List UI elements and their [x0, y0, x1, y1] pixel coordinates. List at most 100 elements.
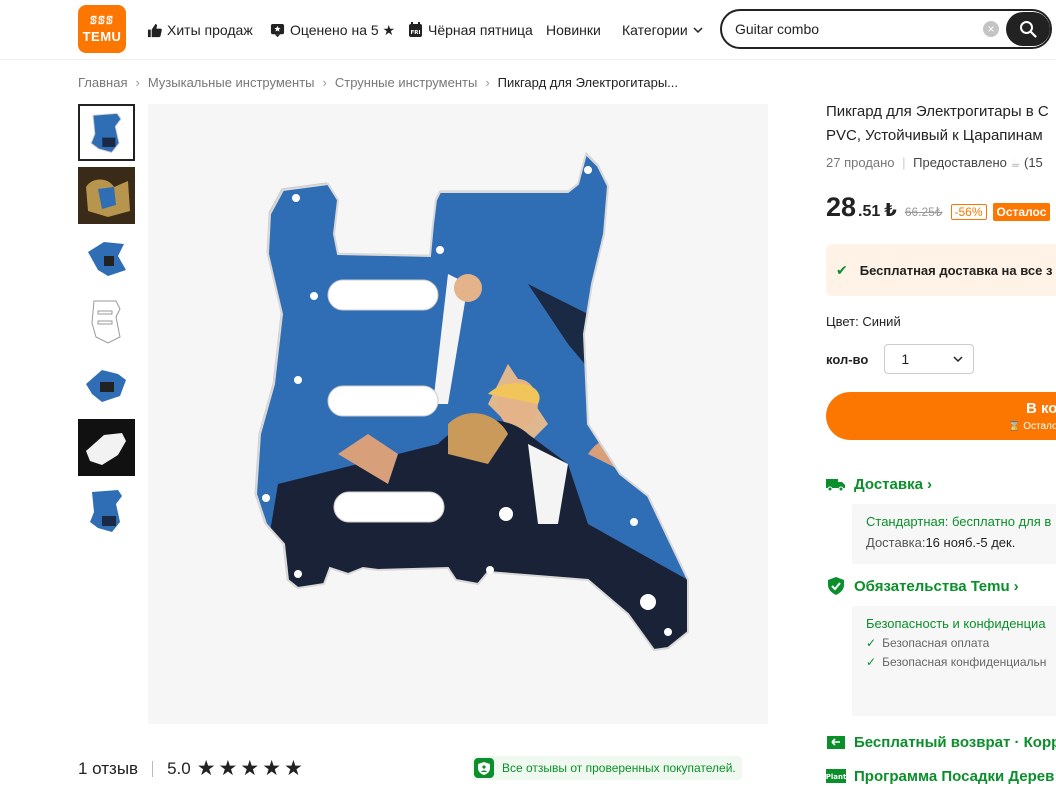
nav-new-arrivals[interactable]: Новинки	[546, 0, 601, 60]
breadcrumb-current: Пикгард для Электрогитары...	[497, 75, 679, 90]
old-price: 66.25₺	[904, 205, 943, 219]
temu-logo[interactable]: ꕷꕷꕷ TEMU	[78, 5, 126, 53]
svg-text:FRI: FRI	[410, 30, 420, 36]
eta-value: 16 нояб.-5 дек.	[925, 535, 1016, 550]
commitment-item-label: Безопасная конфиденциальн	[882, 655, 1047, 669]
chevron-down-icon	[953, 355, 963, 362]
chevron-right-icon: ›	[926, 475, 932, 493]
check-icon: ✓	[866, 655, 877, 669]
truck-icon	[826, 474, 846, 494]
plant-title: Программа Посадки Дерев	[854, 767, 1055, 785]
commitment-item-label: Безопасная оплата	[882, 636, 990, 650]
nav-label: Хиты продаж	[167, 22, 253, 38]
commitment-item: ✓ Безопасная конфиденциальн	[866, 655, 1056, 669]
provided-by[interactable]: Предоставлено	[913, 155, 1007, 170]
add-to-cart-button[interactable]: В ко ⌛ Остало	[826, 392, 1056, 440]
search-input[interactable]	[735, 20, 975, 38]
quantity-label: кол-во	[826, 351, 869, 367]
thumbs-up-icon	[147, 23, 162, 37]
product-title-line-1: Пикгард для Электрогитары в С	[826, 103, 1049, 120]
quantity-select[interactable]: 1	[884, 344, 975, 374]
reviews-summary[interactable]: 1 отзыв 5.0 ★★★★★	[78, 756, 306, 781]
nav-categories[interactable]: Категории	[622, 0, 703, 60]
nav-top-rated[interactable]: Оценено на 5 ★	[270, 0, 395, 60]
check-icon: ✔	[836, 261, 848, 278]
nav-bestsellers[interactable]: Хиты продаж	[147, 0, 253, 60]
free-shipping-text: Бесплатная доставка на все з	[859, 262, 1053, 278]
store-icon: ☕	[1010, 158, 1021, 170]
quantity-row: кол-во 1	[826, 344, 975, 374]
shield-check-icon	[826, 576, 846, 596]
breadcrumb-separator: ›	[322, 75, 327, 90]
commitment-item: ✓ Безопасная оплата	[866, 636, 1056, 650]
delivery-section-header[interactable]: Доставка ›	[826, 474, 932, 494]
thumbnail-5[interactable]	[78, 356, 135, 413]
price-row: 28 .51 ₺ 66.25₺ -56% Осталос	[826, 192, 1051, 223]
breadcrumb-string-instruments[interactable]: Струнные инструменты	[335, 75, 477, 90]
check-icon: ✓	[866, 636, 877, 650]
breadcrumb-separator: ›	[135, 75, 140, 90]
standard-shipping: Стандартная: бесплатно для в	[866, 514, 1052, 529]
thumbnail-list	[78, 104, 135, 545]
return-icon	[826, 732, 846, 752]
currency-symbol: ₺	[884, 200, 897, 220]
thumbnail-3[interactable]	[78, 230, 135, 287]
review-rating: 5.0	[167, 758, 191, 778]
breadcrumb-musical-instruments[interactable]: Музыкальные инструменты	[148, 75, 315, 90]
stock-remaining: ⌛ Остало	[1008, 421, 1056, 432]
nav-label: Категории	[622, 22, 688, 38]
commitment-info-box: Безопасность и конфиденциа ✓ Безопасная о…	[852, 606, 1056, 716]
thumbnail-6[interactable]	[78, 419, 135, 476]
returns-title: Бесплатный возврат · Корр	[854, 733, 1056, 751]
nav-label: Оценено на 5 ★	[290, 21, 396, 38]
plant-icon-text: Plant	[826, 773, 846, 781]
nav-black-friday[interactable]: FRI Чёрная пятница	[408, 0, 533, 60]
sold-count: 27 продано	[826, 155, 895, 170]
review-count: 1 отзыв	[78, 758, 139, 778]
eta-label: Доставка:	[866, 535, 926, 550]
search-bar: ×	[720, 9, 1052, 49]
thumbnail-7[interactable]	[78, 482, 135, 539]
thumbnail-1[interactable]	[78, 104, 135, 161]
logo-glyphs: ꕷꕷꕷ	[90, 15, 114, 27]
thumbnail-2[interactable]	[78, 167, 135, 224]
product-info-panel: Пикгард для Электрогитары в С PVC, Устой…	[826, 100, 1056, 785]
stock-remaining-text: Остало	[1023, 421, 1056, 432]
add-to-cart-label: В ко	[1026, 400, 1056, 417]
breadcrumb-home[interactable]: Главная	[78, 75, 127, 90]
logo-text: TEMU	[82, 29, 122, 44]
chevron-right-icon: ›	[1013, 577, 1019, 595]
star-badge-icon	[270, 23, 285, 37]
search-icon	[1020, 21, 1037, 38]
provider-count: (15	[1024, 155, 1043, 170]
divider: |	[902, 155, 906, 170]
breadcrumb-separator: ›	[485, 75, 490, 90]
free-returns-header[interactable]: Бесплатный возврат · Корр	[826, 732, 1056, 752]
chevron-down-icon	[693, 26, 703, 33]
delivery-eta: Доставка:16 нояб.-5 дек.	[866, 535, 1056, 550]
price-cents: .51	[858, 203, 881, 220]
delivery-info-box: Стандартная: бесплатно для в Доставка:16…	[852, 504, 1056, 564]
verified-reviews-badge: Все отзывы от проверенных покупателей.	[472, 756, 742, 780]
discount-badge: -56%	[950, 204, 987, 220]
verified-text: Все отзывы от проверенных покупателей.	[502, 761, 736, 775]
stock-badge: Осталос	[992, 203, 1051, 221]
tree-planting-header[interactable]: Plant Программа Посадки Дерев	[826, 766, 1054, 786]
commitment-title: Обязательства Temu	[854, 577, 1010, 595]
breadcrumb: Главная › Музыкальные инструменты › Стру…	[78, 75, 678, 90]
commitment-section-header[interactable]: Обязательства Temu ›	[826, 576, 1019, 596]
clear-search-icon[interactable]: ×	[983, 21, 999, 37]
privacy-text: Безопасность и конфиденциа	[866, 616, 1046, 631]
search-button[interactable]	[1006, 12, 1050, 46]
product-title-line-2: PVC, Устойчивый к Царапинам	[826, 127, 1043, 144]
quantity-value: 1	[901, 351, 910, 367]
delivery-title: Доставка	[854, 475, 923, 493]
thumbnail-4[interactable]	[78, 293, 135, 350]
nav-label: Чёрная пятница	[428, 22, 533, 38]
divider	[152, 760, 154, 777]
color-label: Цвет: Синий	[826, 314, 901, 329]
top-header: ꕷꕷꕷ TEMU Хиты продаж Оценено на 5 ★ FRI …	[0, 0, 1056, 60]
price-integer: 28	[826, 192, 857, 222]
main-product-image[interactable]	[148, 104, 768, 724]
calendar-fri-icon: FRI	[409, 22, 422, 37]
